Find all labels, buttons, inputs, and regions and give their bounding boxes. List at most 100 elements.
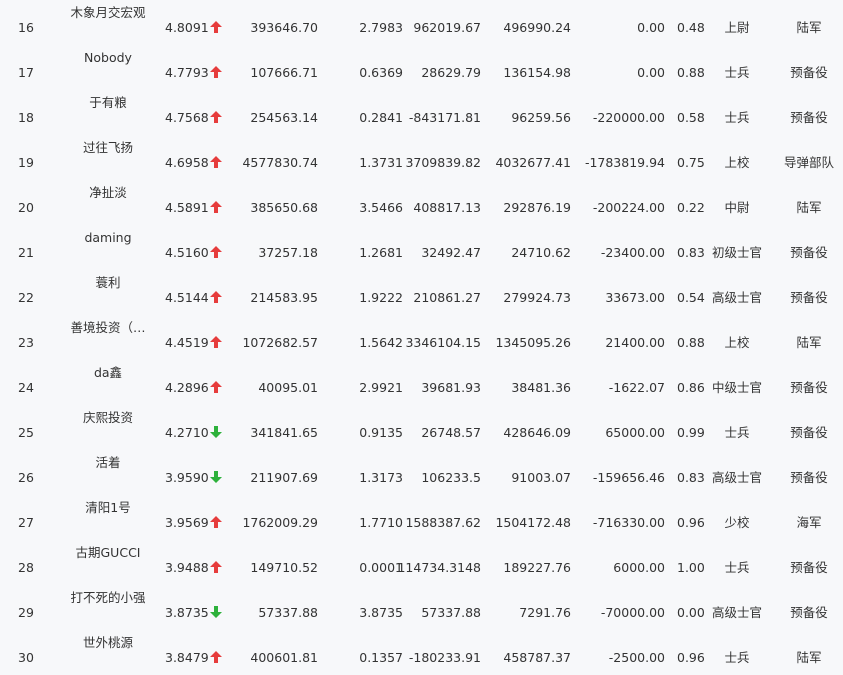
- score-value: 4.7568: [165, 110, 209, 125]
- trader-name-link[interactable]: 于有粮: [56, 95, 160, 111]
- value-col-4: 96259.56: [511, 110, 571, 125]
- unit-name: 海军: [796, 515, 822, 530]
- value-col-5: -1622.07: [608, 380, 665, 395]
- value-col-1: 4577830.74: [242, 155, 318, 170]
- trader-name-link[interactable]: 木象月交宏观: [56, 5, 160, 21]
- value-col-3: 57337.88: [421, 605, 481, 620]
- trader-name-link[interactable]: 清阳1号: [56, 500, 160, 516]
- value-col-2: 1.9222: [359, 290, 403, 305]
- rank-title: 上校: [724, 335, 750, 350]
- rank-title: 士兵: [724, 650, 750, 665]
- rank-title: 高级士官: [711, 290, 762, 305]
- value-col-2: 0.2841: [359, 110, 403, 125]
- value-col-3: 39681.93: [421, 380, 481, 395]
- table-row[interactable]: 24 da鑫 4.2896 40095.01 2.9921 39681.93 38481.3…: [0, 360, 843, 405]
- unit-name: 预备役: [790, 470, 828, 485]
- value-col-6: 0.00: [677, 605, 705, 620]
- score-value: 4.2896: [165, 380, 209, 395]
- table-row[interactable]: 26 活着 3.9590 211907.69 1.3173 106233.5 91003.0…: [0, 450, 843, 495]
- score-value: 3.9569: [165, 515, 209, 530]
- value-col-6: 0.83: [677, 245, 705, 260]
- trader-name-link[interactable]: 世外桃源: [56, 635, 160, 651]
- value-col-2: 1.5642: [359, 335, 403, 350]
- value-col-2: 1.3173: [359, 470, 403, 485]
- arrow-up-icon: [210, 201, 222, 213]
- table-row[interactable]: 19 过往飞扬 4.6958 4577830.74 1.3731 3709839.82 40…: [0, 135, 843, 180]
- arrow-down-icon: [210, 426, 222, 438]
- value-col-2: 0.9135: [359, 425, 403, 440]
- table-row[interactable]: 16 木象月交宏观 4.8091 393646.70 2.7983 962019.67 49…: [0, 0, 843, 45]
- trader-name-link[interactable]: 蓑利: [56, 275, 160, 291]
- value-col-2: 0.6369: [359, 65, 403, 80]
- value-col-6: 0.75: [677, 155, 705, 170]
- value-col-5: -1783819.94: [584, 155, 665, 170]
- value-col-5: -220000.00: [592, 110, 665, 125]
- value-col-3: -843171.81: [408, 110, 481, 125]
- score-value: 4.5160: [165, 245, 209, 260]
- value-col-3: 26748.57: [421, 425, 481, 440]
- trader-name-link[interactable]: 净扯淡: [56, 185, 160, 201]
- value-col-4: 136154.98: [503, 65, 571, 80]
- table-row[interactable]: 23 善境投资（… 4.4519 1072682.57 1.5642 3346104.15…: [0, 315, 843, 360]
- value-col-3: 1588387.62: [405, 515, 481, 530]
- table-row[interactable]: 29 打不死的小强 3.8735 57337.88 3.8735 57337.88 7291…: [0, 585, 843, 630]
- table-row[interactable]: 21 daming 4.5160 37257.18 1.2681 32492.47 2471…: [0, 225, 843, 270]
- value-col-5: 33673.00: [605, 290, 665, 305]
- score-value: 4.5144: [165, 290, 209, 305]
- trader-name-link[interactable]: 打不死的小强: [56, 590, 160, 606]
- value-col-3: 408817.13: [413, 200, 481, 215]
- rank-number: 23: [18, 335, 34, 350]
- value-col-1: 149710.52: [250, 560, 318, 575]
- arrow-up-icon: [210, 651, 222, 663]
- unit-name: 陆军: [796, 335, 822, 350]
- rank-number: 28: [18, 560, 34, 575]
- trader-name-link[interactable]: 善境投资（…: [56, 320, 160, 336]
- arrow-up-icon: [210, 516, 222, 528]
- rank-number: 26: [18, 470, 34, 485]
- value-col-1: 211907.69: [250, 470, 318, 485]
- rank-title: 士兵: [724, 425, 750, 440]
- arrow-down-icon: [210, 471, 222, 483]
- trader-name-link[interactable]: 古期GUCCI: [56, 545, 160, 561]
- table-row[interactable]: 28 古期GUCCI 3.9488 149710.52 0.0001 114734.314…: [0, 540, 843, 585]
- rank-number: 16: [18, 20, 34, 35]
- table-row[interactable]: 18 于有粮 4.7568 254563.14 0.2841 -843171.81 9625…: [0, 90, 843, 135]
- trader-name-link[interactable]: daming: [56, 230, 160, 246]
- arrow-up-icon: [210, 381, 222, 393]
- value-col-2: 1.2681: [359, 245, 403, 260]
- table-row[interactable]: 25 庆熙投资 4.2710 341841.65 0.9135 26748.57 42864…: [0, 405, 843, 450]
- trader-name-link[interactable]: 过往飞扬: [56, 140, 160, 156]
- value-col-6: 0.58: [677, 110, 705, 125]
- value-col-6: 0.88: [677, 65, 705, 80]
- trader-name-link[interactable]: da鑫: [56, 365, 160, 381]
- trader-name-link[interactable]: Nobody: [56, 50, 160, 66]
- value-col-6: 0.54: [677, 290, 705, 305]
- arrow-up-icon: [210, 336, 222, 348]
- table-row[interactable]: 22 蓑利 4.5144 214583.95 1.9222 210861.27 279924…: [0, 270, 843, 315]
- value-col-2: 3.5466: [359, 200, 403, 215]
- value-col-5: 0.00: [637, 20, 665, 35]
- table-row[interactable]: 17 Nobody 4.7793 107666.71 0.6369 28629.79 136…: [0, 45, 843, 90]
- table-row[interactable]: 27 清阳1号 3.9569 1762009.29 1.7710 1588387.62 15…: [0, 495, 843, 540]
- value-col-4: 38481.36: [511, 380, 571, 395]
- value-col-5: 6000.00: [613, 560, 665, 575]
- arrow-down-icon: [210, 606, 222, 618]
- trader-name-link[interactable]: 庆熙投资: [56, 410, 160, 426]
- value-col-6: 0.96: [677, 650, 705, 665]
- score-value: 4.8091: [165, 20, 209, 35]
- table-row[interactable]: 20 净扯淡 4.5891 385650.68 3.5466 408817.13 29287…: [0, 180, 843, 225]
- trader-name-link[interactable]: 活着: [56, 455, 160, 471]
- value-col-6: 0.88: [677, 335, 705, 350]
- unit-name: 陆军: [796, 200, 822, 215]
- rank-number: 22: [18, 290, 34, 305]
- table-row[interactable]: 30 世外桃源 3.8479 400601.81 0.1357 -180233.91 458…: [0, 630, 843, 675]
- value-col-5: -2500.00: [608, 650, 665, 665]
- value-col-4: 189227.76: [503, 560, 571, 575]
- value-col-5: -159656.46: [592, 470, 665, 485]
- rank-number: 30: [18, 650, 34, 665]
- value-col-4: 496990.24: [503, 20, 571, 35]
- rank-title: 士兵: [724, 560, 750, 575]
- value-col-1: 1072682.57: [242, 335, 318, 350]
- rank-title: 高级士官: [711, 470, 762, 485]
- value-col-5: 21400.00: [605, 335, 665, 350]
